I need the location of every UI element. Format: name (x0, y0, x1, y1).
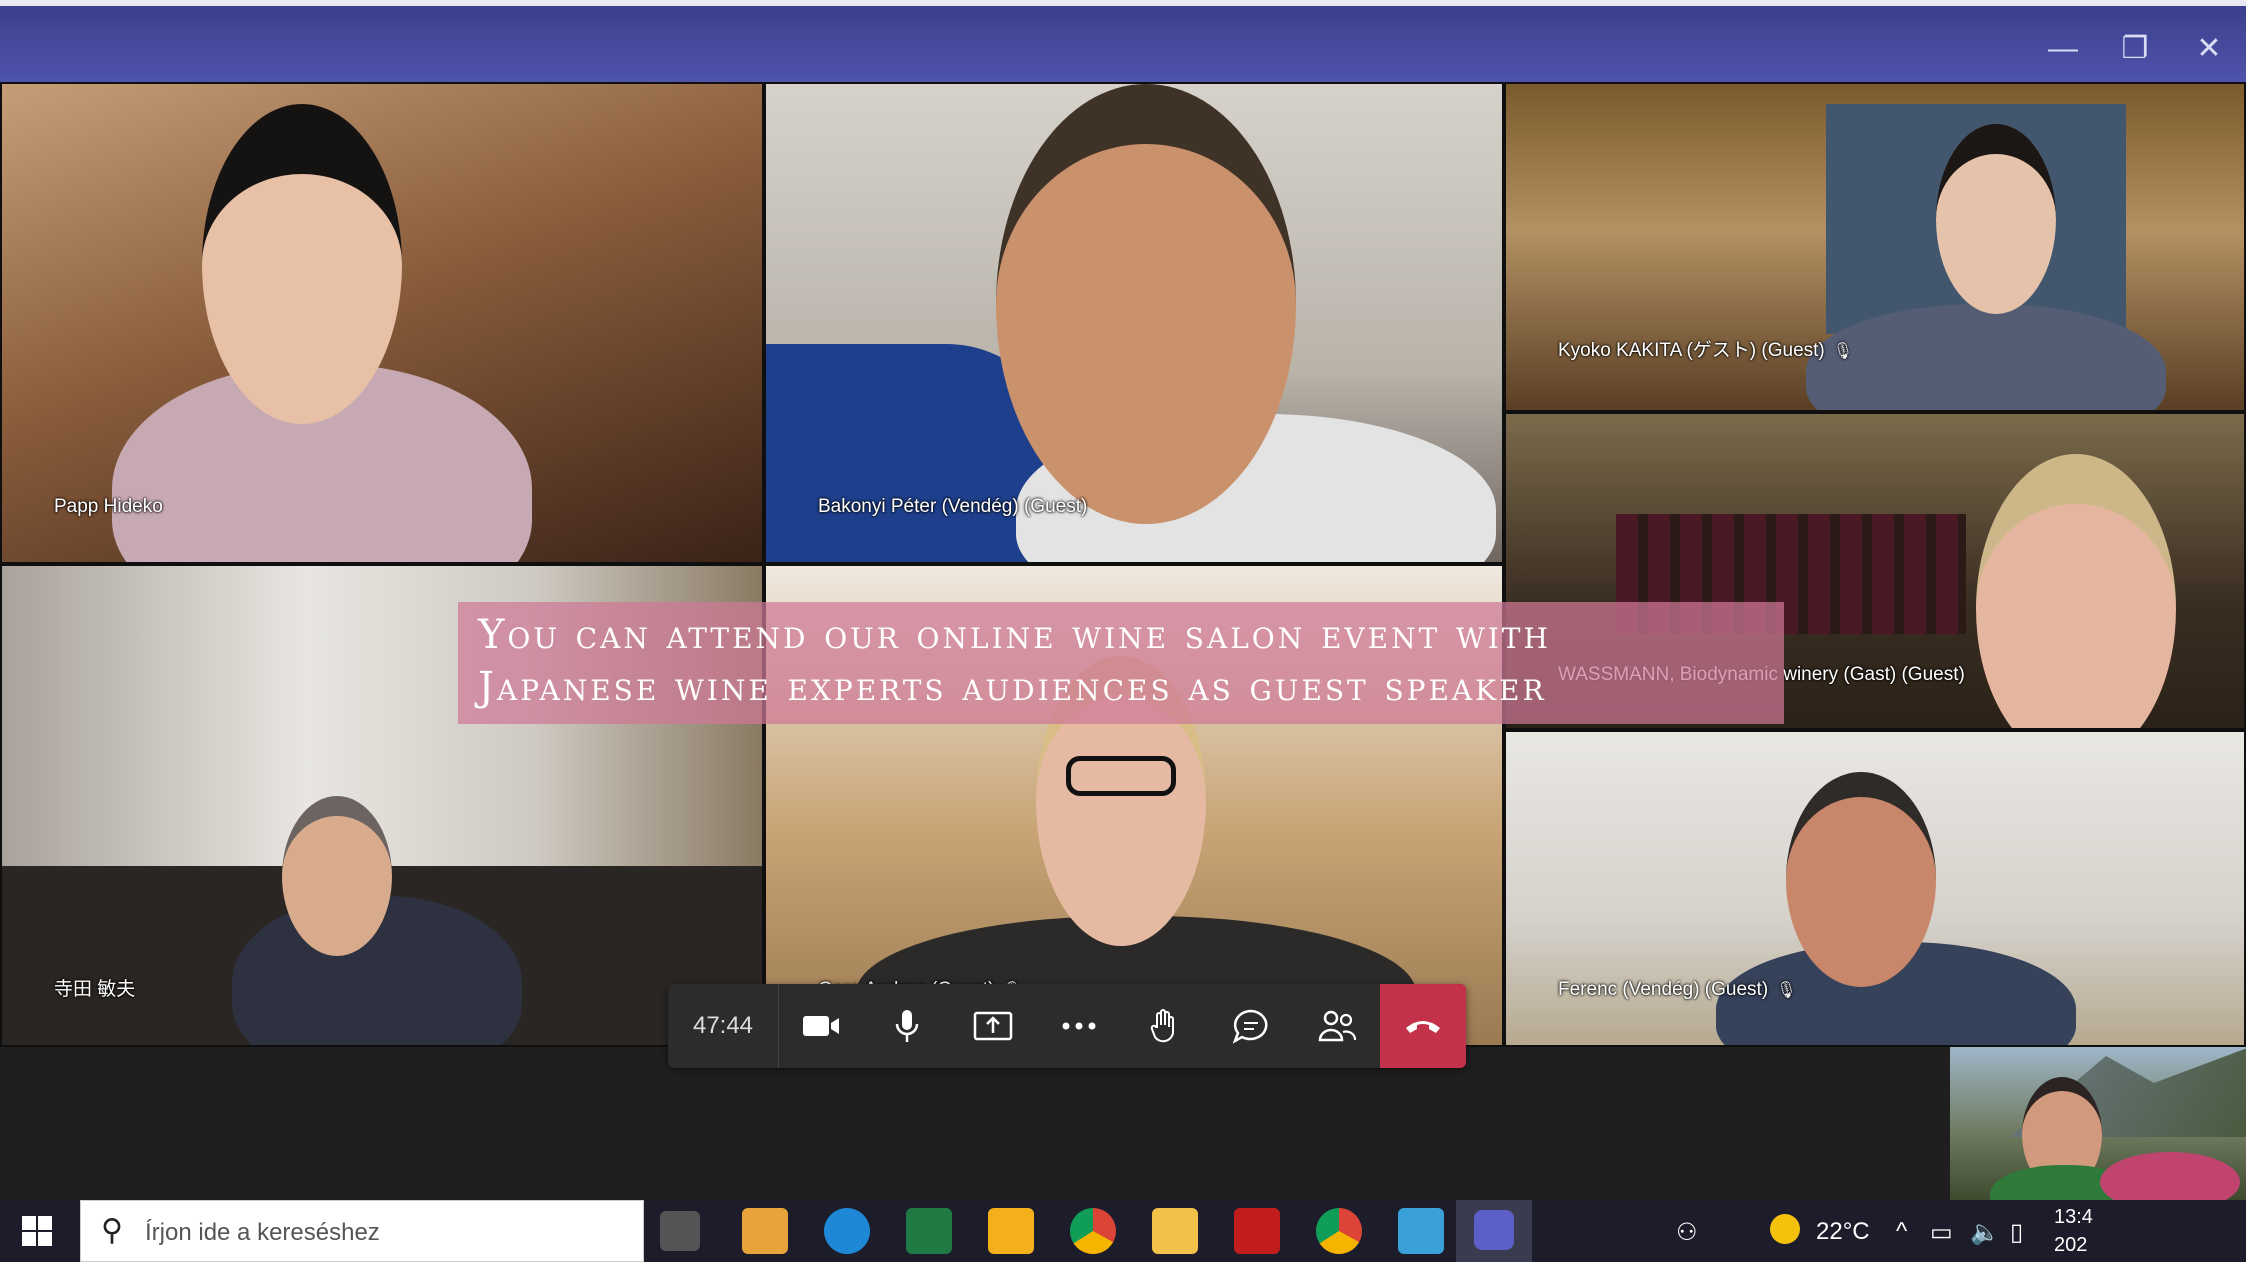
promo-banner: You can attend our online wine salon eve… (458, 602, 1784, 724)
share-screen-icon (973, 1011, 1013, 1041)
call-controls: 47:44 (668, 984, 1466, 1068)
photos-icon[interactable] (1398, 1208, 1444, 1254)
participant-name: Ferenc (Vendég) (Guest) (1558, 979, 1769, 1000)
battery-icon[interactable]: ▯ (2010, 1218, 2023, 1247)
search-placeholder: Írjon ide a kereséshez (145, 1219, 380, 1246)
participants-icon (1318, 1010, 1357, 1042)
restore-button[interactable]: ❐ (2112, 26, 2158, 72)
mic-off-icon: 🎙 (1776, 982, 1797, 999)
network-icon[interactable]: ▭ (1930, 1218, 1953, 1247)
people-icon[interactable]: ⚇ (1676, 1218, 1698, 1247)
media-player-icon[interactable] (742, 1208, 788, 1254)
teams-icon (1474, 1210, 1514, 1250)
task-view-icon[interactable] (660, 1211, 700, 1251)
meeting-title-bar: — ❐ ✕ (0, 0, 2246, 82)
chrome-profile-icon[interactable] (1316, 1208, 1362, 1254)
clock-date[interactable]: 202 (2054, 1234, 2087, 1257)
participant-name: 寺田 敏夫 (54, 979, 136, 1000)
file-explorer-icon[interactable] (1152, 1208, 1198, 1254)
raise-hand-icon (1150, 1009, 1174, 1043)
brand-logo (2100, 1152, 2240, 1200)
video-tile-bakonyi-peter[interactable]: Bakonyi Péter (Vendég) (Guest) (764, 82, 1504, 564)
chat-button[interactable] (1208, 984, 1294, 1068)
clock-time[interactable]: 13:4 (2054, 1206, 2093, 1229)
video-tile-kyoko-kakita[interactable]: Kyoko KAKITA (ゲスト) (Guest) 🎙 (1504, 82, 2246, 412)
temperature-label[interactable]: 22°C (1816, 1218, 1870, 1246)
participant-name: Papp Hideko (54, 496, 163, 517)
video-tile-ferenc[interactable]: Ferenc (Vendég) (Guest) 🎙 (1504, 730, 2246, 1047)
banner-line-2: Japanese wine experts audiences as guest… (478, 664, 1547, 710)
participants-button[interactable] (1294, 984, 1380, 1068)
more-icon (1062, 1022, 1096, 1030)
glasses (1066, 756, 1176, 796)
video-gallery: Papp Hideko Bakonyi Péter (Vendég) (Gues… (0, 82, 2246, 1068)
teams-taskbar-button[interactable] (1456, 1200, 1532, 1262)
acrobat-icon[interactable] (1234, 1208, 1280, 1254)
chevron-up-icon[interactable]: ^ (1896, 1218, 1907, 1246)
search-icon: ⚲ (101, 1214, 123, 1247)
self-view-video[interactable] (1950, 1047, 2246, 1200)
hang-up-button[interactable] (1380, 984, 1466, 1068)
microphone-button[interactable] (864, 984, 950, 1068)
edge-browser-icon[interactable] (824, 1208, 870, 1254)
participant-name: Bakonyi Péter (Vendég) (Guest) (818, 496, 1088, 517)
minimize-button[interactable]: — (2040, 26, 2086, 72)
sticky-notes-icon[interactable] (988, 1208, 1034, 1254)
share-screen-button[interactable] (950, 984, 1036, 1068)
camera-icon (803, 1016, 839, 1036)
microphone-icon (895, 1010, 919, 1042)
taskbar-search-box[interactable]: ⚲ Írjon ide a kereséshez (80, 1200, 644, 1262)
windows-start-button[interactable] (22, 1216, 52, 1246)
raise-hand-button[interactable] (1122, 984, 1208, 1068)
windows-taskbar: ⚲ Írjon ide a kereséshez ⚇ 22°C ^ ▭ 🔈 ▯ … (0, 1200, 2246, 1262)
excel-icon[interactable] (906, 1208, 952, 1254)
volume-icon[interactable]: 🔈 (1970, 1218, 2000, 1247)
close-button[interactable]: ✕ (2186, 26, 2232, 72)
mic-off-icon: 🎙 (1832, 343, 1854, 360)
call-timer: 47:44 (668, 984, 779, 1068)
camera-button[interactable] (778, 984, 864, 1068)
hang-up-icon (1406, 1021, 1440, 1033)
more-options-button[interactable] (1036, 984, 1122, 1068)
weather-sun-icon[interactable] (1770, 1214, 1800, 1244)
participant-name: Kyoko KAKITA (ゲスト) (Guest) (1558, 340, 1825, 361)
video-tile-papp-hideko[interactable]: Papp Hideko (0, 82, 764, 564)
chrome-icon[interactable] (1070, 1208, 1116, 1254)
chat-icon (1232, 1009, 1268, 1044)
banner-line-1: You can attend our online wine salon eve… (478, 612, 1551, 658)
